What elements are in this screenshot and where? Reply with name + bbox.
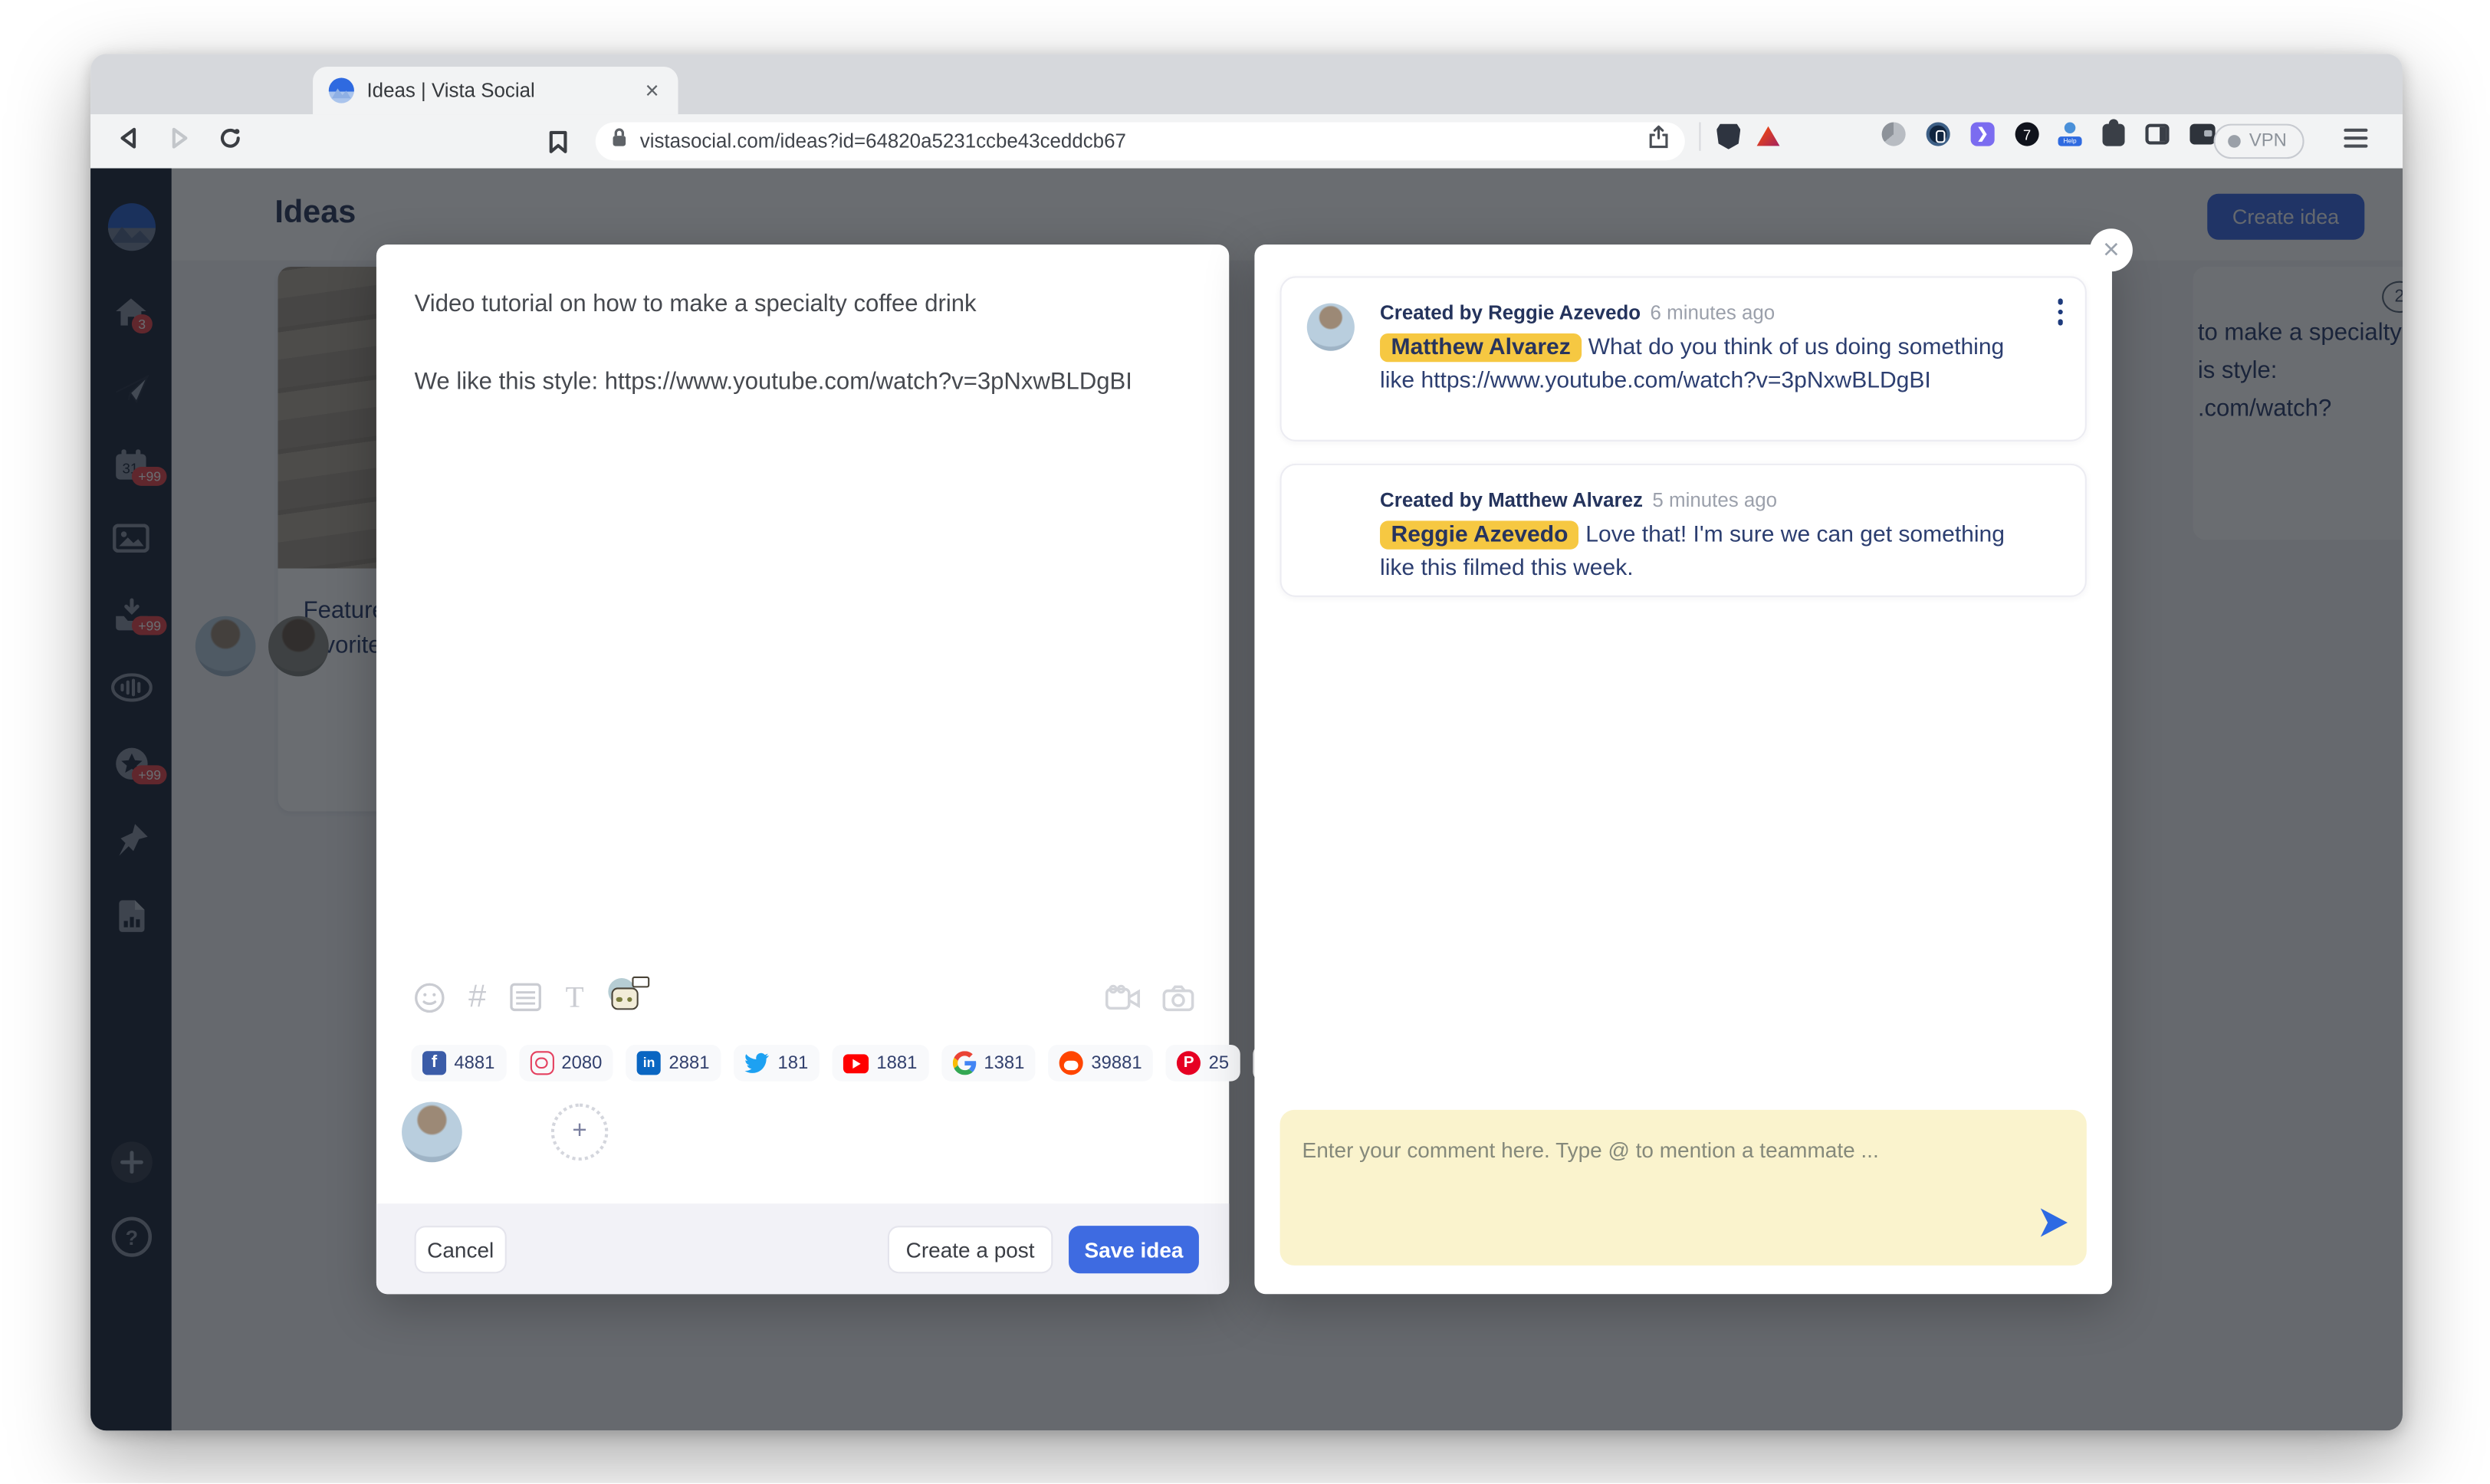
cancel-button[interactable]: Cancel — [415, 1226, 507, 1273]
comment-author: Created by Matthew Alvarez — [1380, 489, 1643, 511]
address-bar[interactable]: vistasocial.com/ideas?id=64820a5231ccbe4… — [596, 122, 1685, 160]
screenshot-stage: Ideas | Vista Social × + vis — [0, 0, 2490, 1483]
comment-card: Created by Matthew Alvarez5 minutes ago … — [1280, 464, 2087, 597]
reddit-icon — [1059, 1051, 1083, 1075]
extension-password-manager-icon[interactable] — [1925, 120, 1952, 147]
extensions-row: ❯ 7 Help — [1881, 120, 2216, 147]
instagram-icon — [530, 1051, 554, 1075]
share-icon[interactable] — [1648, 126, 1669, 157]
avatar — [1307, 304, 1355, 351]
media-toolbar — [1105, 984, 1194, 1019]
mention-chip[interactable]: Reggie Azevedo — [1380, 520, 1579, 549]
comment-input[interactable]: Enter your comment here. Type @ to menti… — [1280, 1110, 2087, 1266]
network-count-google: 1381 — [941, 1045, 1035, 1082]
network-count-linkedin: in2881 — [626, 1045, 721, 1082]
twitter-icon — [744, 1052, 770, 1073]
comment-text: Reggie Azevedo Love that! I'm sure we ca… — [1380, 519, 2031, 586]
comment-menu-icon[interactable] — [2057, 298, 2062, 324]
editor-footer: Cancel Create a post Save idea — [376, 1203, 1229, 1294]
tab-favicon-icon — [329, 77, 354, 103]
network-count-instagram: 2080 — [519, 1045, 613, 1082]
hashtag-icon[interactable]: # — [468, 981, 486, 1013]
browser-tab[interactable]: Ideas | Vista Social × — [313, 67, 678, 114]
comment-author: Created by Reggie Azevedo — [1380, 302, 1641, 324]
extension-help-icon[interactable]: Help — [2058, 122, 2082, 146]
comment-card: Created by Reggie Azevedo 6 minutes ago M… — [1280, 276, 2087, 441]
idea-text-editor[interactable]: Video tutorial on how to make a specialt… — [415, 286, 1181, 402]
reload-button[interactable] — [218, 125, 243, 158]
vpn-button[interactable]: VPN — [2214, 124, 2304, 159]
tab-title: Ideas | Vista Social — [366, 80, 642, 102]
comments-panel: × Created by Reggie Azevedo6 minutes ago… — [1254, 245, 2112, 1294]
comment-time: 6 minutes ago — [1651, 302, 1776, 324]
network-counts-row: f4881 2080 in2881 181 1881 1381 39881 P2… — [411, 1045, 1327, 1082]
vista-social-page: 3 31 +99 +99 +99 — [90, 169, 2403, 1431]
network-count-reddit: 39881 — [1048, 1045, 1153, 1082]
vpn-label: VPN — [2249, 132, 2287, 151]
menu-icon[interactable] — [2344, 129, 2367, 148]
url-text: vistasocial.com/ideas?id=64820a5231ccbe4… — [640, 130, 1648, 153]
toolbar-divider — [1699, 122, 1700, 150]
extension-pie-icon[interactable] — [1881, 120, 1907, 147]
pinterest-icon: P — [1177, 1051, 1201, 1075]
idea-editor-modal: Video tutorial on how to make a specialt… — [376, 245, 1229, 1294]
vpn-status-dot — [2229, 135, 2242, 148]
profile-avatar[interactable] — [476, 1102, 537, 1163]
sidebar-toggle-icon[interactable] — [2143, 120, 2170, 147]
linkedin-icon: in — [637, 1051, 661, 1075]
network-count-facebook: f4881 — [411, 1045, 505, 1082]
ai-assistant-icon[interactable] — [608, 978, 646, 1016]
tab-strip: Ideas | Vista Social × + — [90, 54, 2403, 114]
comment-time: 5 minutes ago — [1652, 489, 1777, 511]
extensions-puzzle-icon[interactable] — [2099, 120, 2126, 147]
camera-icon[interactable] — [1162, 984, 1194, 1019]
wallet-icon[interactable] — [2188, 120, 2215, 147]
comment-text: Matthew Alvarez What do you think of us … — [1380, 332, 2031, 399]
forward-button[interactable] — [166, 125, 192, 158]
text-style-icon[interactable]: T — [566, 982, 584, 1012]
snippet-icon[interactable] — [510, 983, 541, 1011]
add-profile-button[interactable]: + — [551, 1104, 609, 1161]
bookmark-icon[interactable] — [548, 130, 569, 162]
network-count-pinterest: P25 — [1166, 1045, 1240, 1082]
network-count-youtube: 1881 — [832, 1045, 928, 1082]
emoji-icon[interactable] — [415, 982, 445, 1012]
mention-chip[interactable]: Matthew Alvarez — [1380, 333, 1582, 362]
facebook-icon: f — [422, 1051, 446, 1075]
profile-avatar[interactable] — [402, 1102, 462, 1163]
network-count-twitter: 181 — [734, 1045, 820, 1082]
lock-icon — [611, 127, 627, 156]
youtube-icon — [843, 1053, 869, 1072]
create-a-post-button[interactable]: Create a post — [888, 1226, 1053, 1273]
comment-placeholder: Enter your comment here. Type @ to menti… — [1302, 1138, 1879, 1162]
close-icon[interactable]: × — [2090, 228, 2133, 271]
avatar — [1307, 491, 1355, 538]
selected-profiles-row: + — [402, 1102, 608, 1163]
video-icon[interactable] — [1105, 984, 1141, 1019]
tab-close-icon[interactable]: × — [642, 79, 662, 103]
back-button[interactable] — [116, 125, 141, 158]
extension-dark-circle-icon[interactable]: 7 — [2014, 120, 2041, 147]
google-icon — [952, 1051, 976, 1075]
composer-toolbar: # T — [415, 978, 646, 1016]
send-comment-icon[interactable] — [2036, 1207, 2071, 1246]
browser-window: Ideas | Vista Social × + vis — [90, 54, 2403, 1430]
browser-toolbar: vistasocial.com/ideas?id=64820a5231ccbe4… — [90, 114, 2403, 168]
save-idea-button[interactable]: Save idea — [1069, 1226, 1199, 1273]
brave-shields-icon[interactable] — [1716, 124, 1740, 149]
brave-rewards-icon[interactable] — [1756, 126, 1780, 148]
extension-purple-arrow-icon[interactable]: ❯ — [1969, 120, 1996, 147]
